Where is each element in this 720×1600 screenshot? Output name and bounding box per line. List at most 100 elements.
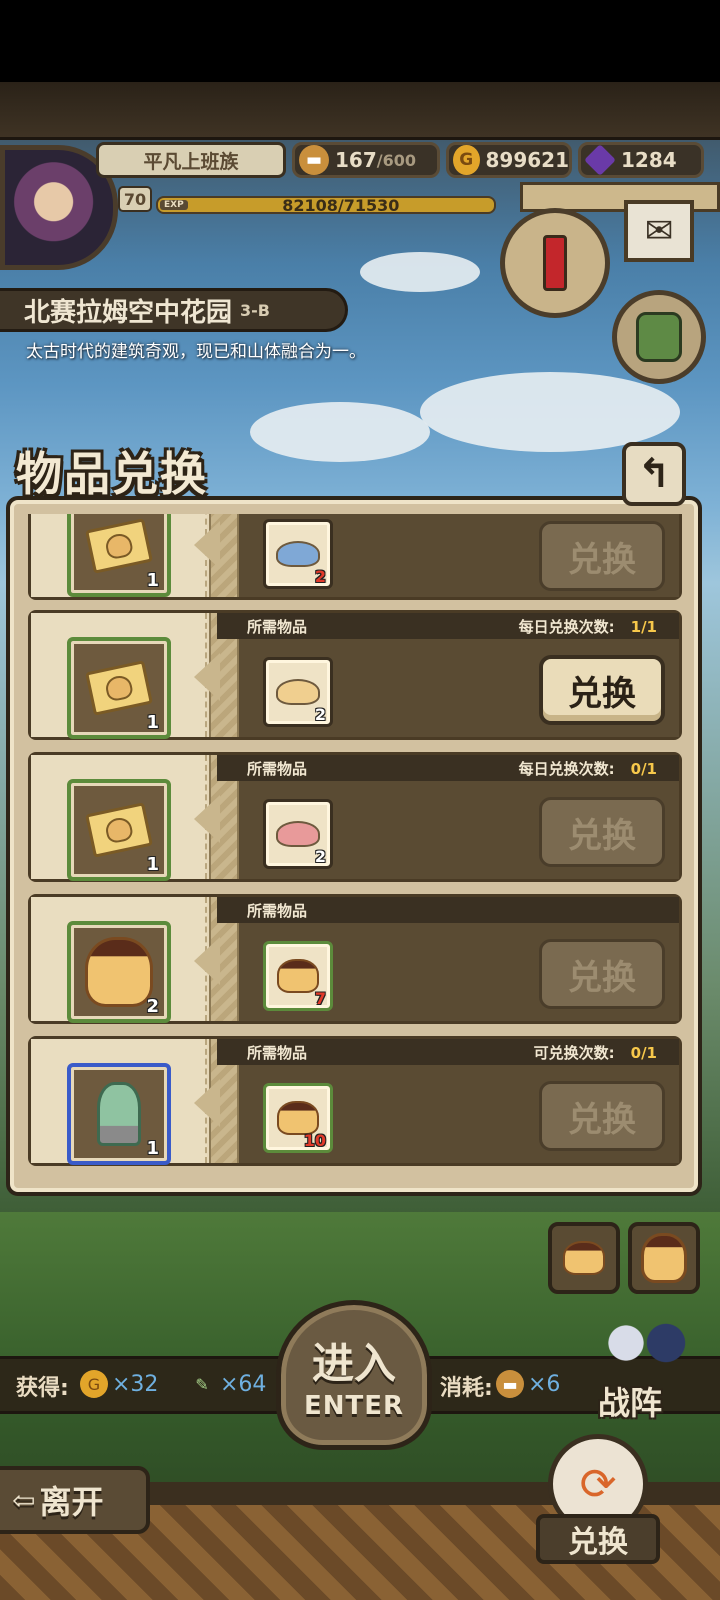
need-slot[interactable]: 10 — [263, 1083, 333, 1153]
cloud — [250, 402, 430, 462]
feather-icon: ✎ — [195, 1374, 209, 1394]
formation-label: 战阵 — [598, 1384, 663, 1422]
stage-name: 北赛拉姆空中花园 — [24, 297, 233, 328]
exchange-shop-label: 兑换 — [536, 1514, 660, 1564]
stage-code: 3-B — [240, 300, 270, 320]
reward-slot[interactable]: 2 — [67, 921, 171, 1023]
exchange-button[interactable]: 兑换 — [539, 1081, 665, 1151]
exchange-button[interactable]: 兑换 — [539, 521, 665, 591]
statue-icon — [97, 1082, 141, 1146]
enter-label: 进入 — [311, 1338, 396, 1388]
need-qty: 7 — [314, 989, 326, 1008]
bread-cost: ▬ ×6 — [496, 1370, 560, 1398]
need-slot[interactable]: 2 — [263, 799, 333, 869]
exchange-row: 所需物品 每日兑换次数: 0/1 1 2 兑换 — [28, 752, 682, 882]
exchange-shop-button[interactable]: ⟳ 兑换 — [536, 1434, 660, 1574]
party-portrait-icon — [596, 1308, 696, 1378]
reward-qty: 1 — [146, 1138, 159, 1159]
exchange-row: 所需物品 每日兑换次数: 1/1 1 2 兑换 — [28, 610, 682, 740]
quest-scroll-button[interactable] — [500, 208, 610, 318]
stamina-max: /600 — [376, 150, 416, 170]
cloud — [420, 372, 680, 452]
left-arrow-icon: ⇦ — [12, 1483, 36, 1517]
small-pudding-icon — [563, 1241, 605, 1275]
need-qty: 2 — [314, 847, 326, 866]
need-slot[interactable]: 2 — [263, 519, 333, 589]
gold-reward: G ×32 — [80, 1370, 158, 1398]
ticket-icon — [85, 660, 153, 716]
enter-button[interactable]: 进入 ENTER — [276, 1300, 432, 1450]
gain-label: 获得: — [16, 1376, 69, 1401]
need-qty: 2 — [314, 567, 326, 586]
formation-button[interactable]: 战阵 — [578, 1300, 708, 1430]
stage-description: 太古时代的建筑奇观，现已和山体融合为一。 — [26, 342, 366, 362]
reward-qty: 1 — [146, 570, 159, 591]
backpack-icon — [636, 312, 682, 362]
exchange-button[interactable]: 兑换 — [539, 797, 665, 867]
row-arrow — [194, 653, 220, 701]
pudding-icon — [85, 937, 153, 1007]
limit-label: 每日兑换次数: — [518, 617, 615, 636]
reward-qty: 2 — [146, 996, 159, 1017]
limit-value: 1/1 — [630, 617, 657, 636]
reward-slot[interactable]: 1 — [67, 637, 171, 739]
leave-button[interactable]: ⇦ 离开 — [0, 1466, 150, 1534]
gold-coin-icon: G — [80, 1370, 108, 1398]
pudding-icon — [641, 1233, 687, 1283]
stamina-counter[interactable]: ▬ 167 /600 — [292, 142, 440, 178]
gem-counter[interactable]: 1284 — [578, 142, 704, 178]
exchange-button[interactable]: 兑换 — [539, 939, 665, 1009]
limit-value: 0/1 — [630, 1043, 657, 1062]
gold-reward-amount: ×32 — [112, 1371, 159, 1397]
exchange-title: 物品兑换 — [16, 447, 208, 501]
required-label: 所需物品 — [247, 1043, 308, 1062]
reward-slot[interactable]: 1 — [67, 779, 171, 881]
limit-label: 可兑换次数: — [533, 1043, 615, 1062]
feather-reward-amount: ×64 — [220, 1371, 267, 1397]
reward-qty: 1 — [146, 854, 159, 875]
gold-counter[interactable]: G 899621 — [446, 142, 572, 178]
small-pudding-icon — [277, 959, 319, 993]
player-name: 平凡上班族 — [96, 142, 286, 178]
exclamation-icon — [543, 235, 567, 291]
stamina-value: 167 — [335, 148, 377, 172]
stage-title: 北赛拉姆空中花园 3-B — [0, 288, 348, 332]
pink-slime-icon — [276, 821, 320, 847]
small-pudding-icon — [277, 1101, 319, 1135]
purple-gem-icon — [584, 144, 616, 176]
mail-button[interactable]: ✉ — [624, 200, 694, 262]
row-header: 所需物品 可兑换次数: 0/1 — [217, 1039, 679, 1065]
reward-slot[interactable]: 1 — [67, 1063, 171, 1165]
row-arrow — [194, 937, 220, 985]
exp-bar: EXP 82108/71530 — [156, 196, 496, 215]
reward-qty: 1 — [146, 712, 159, 733]
status-bar-area — [0, 0, 720, 82]
need-qty: 2 — [314, 705, 326, 724]
row-arrow — [194, 1079, 220, 1127]
cost-label: 消耗: — [440, 1376, 493, 1401]
ticket-icon — [85, 802, 153, 858]
leave-label: 离开 — [39, 1483, 104, 1521]
yellow-slime-icon — [276, 679, 320, 705]
row-arrow — [194, 521, 220, 569]
exp-tag: EXP — [160, 200, 188, 210]
feather-reward: ✎ ×64 — [188, 1370, 266, 1398]
need-slot[interactable]: 2 — [263, 657, 333, 727]
top-frame — [0, 82, 720, 140]
need-slot[interactable]: 7 — [263, 941, 333, 1011]
backpack-button[interactable] — [612, 290, 706, 384]
exchange-button[interactable]: 兑换 — [539, 655, 665, 725]
small-pudding-shortcut[interactable] — [548, 1222, 620, 1294]
row-header: 所需物品 — [217, 897, 679, 923]
back-button[interactable]: ↰ — [622, 442, 686, 506]
exchange-list[interactable]: 1 2 兑换 所需物品 每日兑换次数: 1/1 1 2 兑换 所需物品 每日兑换… — [28, 514, 682, 1170]
bread-icon: ▬ — [299, 145, 329, 175]
required-label: 所需物品 — [247, 901, 308, 920]
blue-slime-icon — [276, 541, 320, 567]
gem-value: 1284 — [621, 148, 677, 172]
reward-slot[interactable]: 1 — [67, 514, 171, 597]
ticket-icon — [85, 518, 153, 574]
pudding-shortcut[interactable] — [628, 1222, 700, 1294]
return-arrow-icon: ↰ — [637, 451, 671, 497]
bread-icon: ▬ — [496, 1370, 524, 1398]
